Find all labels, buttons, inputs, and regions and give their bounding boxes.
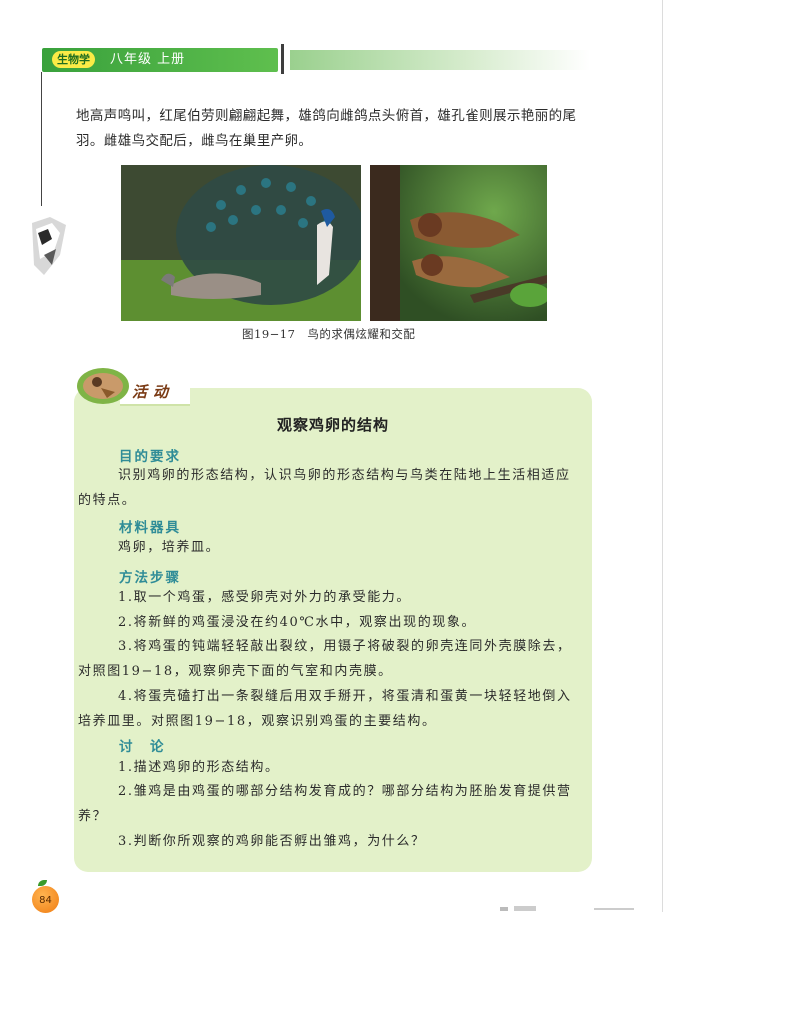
- method-heading: 方法步骤: [119, 570, 181, 586]
- header-divider: [281, 44, 284, 74]
- grade-label: 八年级 上册: [110, 52, 186, 67]
- method-step: 4.将蛋壳磕打出一条裂缝后用双手掰开，将蛋清和蛋黄一块轻轻地倒入培养皿里。对照图…: [78, 689, 572, 729]
- side-bird-image: [32, 217, 66, 275]
- page-number: 84: [32, 886, 59, 913]
- activity-icon: [77, 368, 129, 404]
- intro-paragraph: 地高声鸣叫，红尾伯劳则翩翩起舞，雄鸽向雌鸽点头俯首，雄孔雀则展示艳丽的尾羽。雌雄…: [76, 108, 577, 149]
- materials-text: 鸡卵，培养皿。: [118, 540, 221, 555]
- discussion-question: 2.雏鸡是由鸡蛋的哪部分结构发育成的？哪部分结构为胚胎发育提供营养？: [78, 784, 572, 824]
- method-step: 3.将鸡蛋的钝端轻轻敲出裂纹，用镊子将破裂的卵壳连同外壳膜除去，对照图19−18…: [78, 639, 572, 679]
- activity-label: 活动: [132, 383, 175, 401]
- discussion-question: 3.判断你所观察的鸡卵能否孵出雏鸡，为什么？: [118, 834, 426, 849]
- subject-badge: 生物学: [52, 51, 95, 68]
- header-fade-band: [290, 50, 590, 70]
- aim-text: 识别鸡卵的形态结构，认识鸟卵的形态结构与鸟类在陆地上生活相适应的特点。: [78, 468, 571, 508]
- aim-heading: 目的要求: [119, 449, 181, 465]
- method-step: 1.取一个鸡蛋，感受卵壳对外力的承受能力。: [118, 590, 412, 605]
- peacock-photo: [121, 165, 361, 321]
- materials-heading: 材料器具: [119, 520, 181, 536]
- method-step: 2.将新鲜的鸡蛋浸没在约40℃水中，观察出现的现象。: [118, 615, 477, 630]
- sparrow-photo: [370, 165, 547, 321]
- margin-rule: [41, 72, 42, 206]
- activity-title: 观察鸡卵的结构: [276, 416, 389, 434]
- discussion-question: 1.描述鸡卵的形态结构。: [118, 760, 280, 775]
- figure-caption: 图19−17 鸟的求偶炫耀和交配: [242, 327, 416, 341]
- discussion-heading: 讨 论: [119, 739, 166, 755]
- page-edge: [662, 0, 663, 912]
- footer-watermark-icon: [500, 906, 634, 911]
